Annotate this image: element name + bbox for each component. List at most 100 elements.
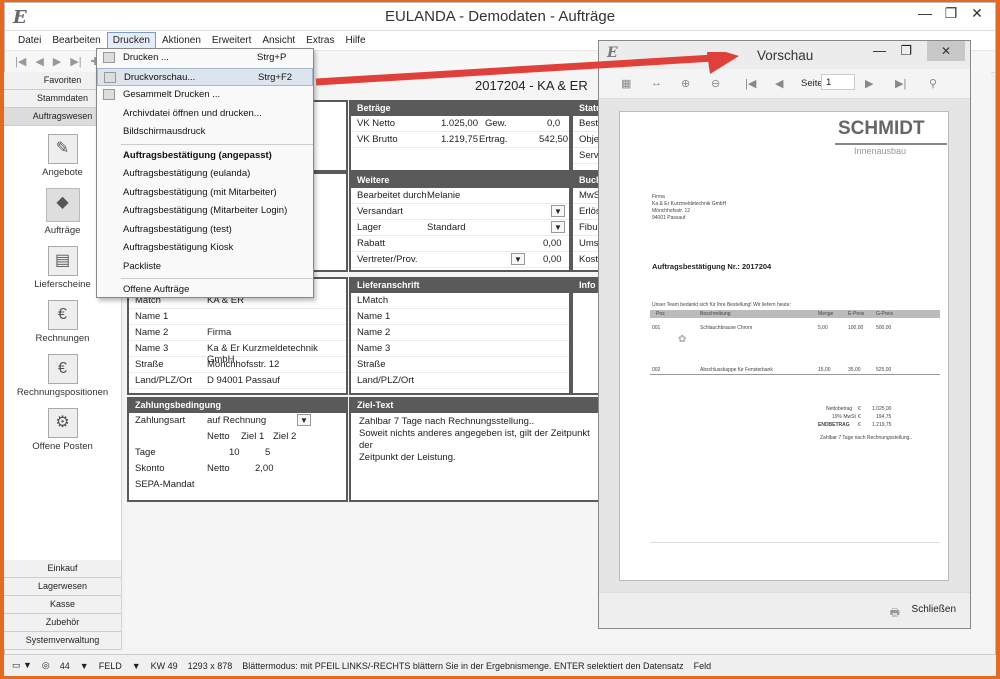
preview-minimize-icon[interactable]: — (873, 43, 886, 58)
menu-item-archivdatei[interactable]: Archivdatei öffnen und drucken... (97, 105, 313, 124)
schliessen-button[interactable]: Schließen (912, 604, 956, 615)
zahlungsart-row: Zahlungsart auf Rechnung ▼ (129, 413, 346, 429)
weitere-row: Versandart ▼ (351, 204, 569, 220)
menu-erweitert[interactable]: Erweitert (207, 33, 256, 48)
window-layout-icon[interactable]: ▭ ▼ (12, 660, 32, 671)
preview-title: Vorschau (757, 48, 814, 63)
menu-item-offene-auftraege[interactable]: Offene Aufträge (97, 281, 313, 300)
zieltext-content[interactable]: Zahlbar 7 Tage nach Rechnungsstellung.. … (351, 413, 599, 467)
next-record-icon[interactable]: ▶ (53, 55, 61, 68)
menu-item-packliste[interactable]: Packliste (97, 258, 313, 277)
buch-row: Fibu (573, 220, 599, 236)
preview-maximize-icon[interactable]: ❐ (900, 43, 912, 59)
preview-footer: 🖶 Schließen (599, 592, 970, 628)
arrow-shaft (315, 54, 715, 86)
doc-item: 525,00 (876, 367, 892, 373)
addr-row: Name 2 Firma (129, 325, 346, 341)
menu-extras[interactable]: Extras (301, 33, 339, 48)
zoom-value[interactable]: 44 (60, 661, 70, 671)
invoice-positions-icon: € (47, 354, 78, 384)
zoom-dropdown-icon[interactable]: ▼ (80, 661, 89, 671)
sidebar-item-rechnungspositionen[interactable]: € Rechnungspositionen (4, 354, 121, 398)
menu-item-ab-mitarbeiter[interactable]: Auftragsbestätigung (mit Mitarbeiter) (97, 184, 313, 203)
doc-addr-line: Mönchhofsstr. 12 (652, 208, 691, 214)
prev-page-icon[interactable]: ◀ (775, 77, 783, 90)
sidebar-item-rechnungen[interactable]: € Rechnungen (4, 300, 121, 344)
menu-item-drucken[interactable]: Drucken ... Strg+P (97, 49, 313, 68)
zieltext-title: Ziel-Text (351, 399, 599, 413)
doc-item: 500,00 (876, 325, 892, 331)
buch-row: Ums (573, 236, 599, 252)
last-page-icon[interactable]: ▶| (895, 77, 906, 90)
doc-col: Beschreibung (700, 311, 731, 317)
doc-footnote: Zahlbar 7 Tage nach Rechnungsstellung.. (820, 435, 913, 441)
first-record-icon[interactable]: |◀ (15, 55, 26, 68)
next-page-icon[interactable]: ▶ (865, 77, 873, 90)
sidebar-systemverwaltung[interactable]: Systemverwaltung (4, 632, 121, 650)
doc-item: 100,00 (848, 325, 864, 331)
menu-item-bildschirmausdruck[interactable]: Bildschirmausdruck (97, 123, 313, 142)
menu-aktionen[interactable]: Aktionen (157, 33, 206, 48)
preview-close-icon[interactable]: ✕ (927, 41, 965, 61)
zahlungsart-dropdown[interactable]: ▼ (297, 414, 311, 426)
menu-item-druckvorschau[interactable]: Druckvorschau... Strg+F2 (97, 67, 313, 86)
close-icon[interactable]: ✕ (963, 5, 991, 22)
betraege-row: VK Netto 1.025,00 Gew. 0,0 (351, 116, 569, 132)
doc-item: 15,00 (818, 367, 831, 373)
feld-dropdown-icon[interactable]: ▼ (132, 661, 141, 671)
skonto-row: Skonto Netto 2,00 (135, 463, 274, 474)
doc-item: Abschlusskappe für Fensterbank (700, 367, 773, 373)
search-binoculars-icon[interactable]: ⚲ (929, 77, 937, 90)
menu-drucken[interactable]: Drucken (106, 32, 156, 49)
betraege-panel: Beträge VK Netto 1.025,00 Gew. 0,0 VK Brutt… (349, 100, 571, 172)
feld-mode[interactable]: FELD (99, 661, 122, 671)
screen-dims: 1293 x 878 (187, 660, 233, 671)
sidebar-zubehoer[interactable]: Zubehör (4, 614, 121, 632)
menu-item-ab-kiosk[interactable]: Auftragsbestätigung Kiosk (97, 239, 313, 258)
weitere-row: Lager Standard ▼ (351, 220, 569, 236)
menu-hilfe[interactable]: Hilfe (341, 33, 371, 48)
page-input[interactable]: 1 (821, 74, 855, 90)
menu-datei[interactable]: Datei (13, 33, 46, 48)
liefer-row: LMatch (351, 293, 569, 309)
calendar-week: KW 49 (150, 660, 178, 671)
menu-item-ab-eulanda[interactable]: Auftragsbestätigung (eulanda) (97, 165, 313, 184)
sidebar-kasse[interactable]: Kasse (4, 596, 121, 614)
first-page-icon[interactable]: |◀ (745, 77, 756, 90)
doc-intro: Unser Team bedankt sich für Ihre Bestell… (652, 302, 791, 308)
sidebar-item-offene-posten[interactable]: ⚙ Offene Posten (4, 408, 121, 452)
zahlung-title: Zahlungsbedingung (129, 399, 346, 413)
weitere-panel: Weitere Bearbeitet durch Melanie Versanda… (349, 172, 571, 272)
menu-bearbeiten[interactable]: Bearbeiten (47, 33, 105, 48)
lager-dropdown[interactable]: ▼ (551, 221, 565, 233)
menu-ansicht[interactable]: Ansicht (257, 33, 300, 48)
doc-sum-label: 19% MwSt (832, 414, 856, 420)
menu-item-ab-test[interactable]: Auftragsbestätigung (test) (97, 221, 313, 240)
batch-print-icon (103, 89, 115, 100)
doc-sum-currency: € (858, 414, 861, 420)
prev-record-icon[interactable]: ◀ (35, 55, 43, 68)
lieferanschrift-title: Lieferanschrift (351, 279, 569, 293)
menu-item-gesammelt-drucken[interactable]: Gesammelt Drucken ... (97, 86, 313, 105)
sidebar-lagerwesen[interactable]: Lagerwesen (4, 578, 121, 596)
buch-row: Erlös (573, 204, 601, 220)
last-record-icon[interactable]: ▶| (70, 55, 81, 68)
zahlung-panel: Zahlungsbedingung Zahlungsart auf Rechnun… (127, 397, 348, 502)
doc-item: 001 (652, 325, 661, 331)
maximize-icon[interactable]: ❐ (937, 5, 965, 22)
vertreter-dropdown[interactable]: ▼ (511, 253, 525, 265)
doc-item: 5,00 (818, 325, 828, 331)
menu-item-ab-angepasst[interactable]: Auftragsbestätigung (angepasst) (97, 147, 313, 166)
doc-sum: 1.025,00 (872, 406, 892, 412)
doc-item: 002 (652, 367, 661, 373)
doc-col: E-Preis (848, 311, 865, 317)
menu-item-ab-mitarbeiter-login[interactable]: Auftragsbestätigung (Mitarbeiter Login) (97, 202, 313, 221)
doc-sum-currency: € (858, 422, 861, 428)
printer-icon (103, 52, 115, 63)
sidebar-einkauf[interactable]: Einkauf (4, 560, 121, 578)
arrow-head (706, 52, 739, 74)
doc-addr-line: 94001 Passauf (652, 215, 686, 221)
versandart-dropdown[interactable]: ▼ (551, 205, 565, 217)
minimize-icon[interactable]: — (911, 5, 939, 21)
doc-item: Schlauchbrause Chrom (700, 325, 753, 331)
